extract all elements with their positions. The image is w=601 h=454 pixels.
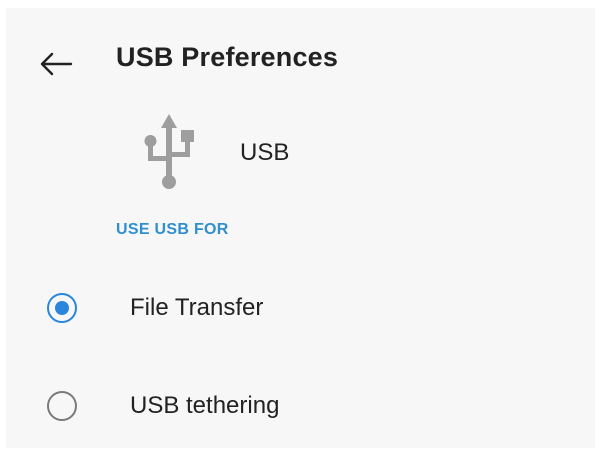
back-button[interactable] — [28, 36, 84, 92]
radio-button-checked[interactable] — [47, 293, 77, 323]
usb-label: USB — [240, 139, 290, 166]
arrow-back-icon — [40, 52, 73, 76]
option-label: USB tethering — [130, 392, 280, 419]
option-usb-tethering[interactable]: USB tethering — [6, 370, 595, 442]
option-file-transfer[interactable]: File Transfer — [6, 272, 595, 344]
option-label: File Transfer — [130, 294, 264, 321]
usb-icon — [144, 114, 194, 189]
app-bar: USB Preferences — [6, 8, 595, 104]
usb-connection-header: USB — [6, 108, 595, 194]
page-title: USB Preferences — [116, 42, 339, 72]
radio-button-unchecked[interactable] — [47, 391, 77, 421]
usb-preferences-screen: USB Preferences USB USE USB FOR File Tra… — [6, 8, 595, 448]
section-title: USE USB FOR — [116, 221, 229, 238]
